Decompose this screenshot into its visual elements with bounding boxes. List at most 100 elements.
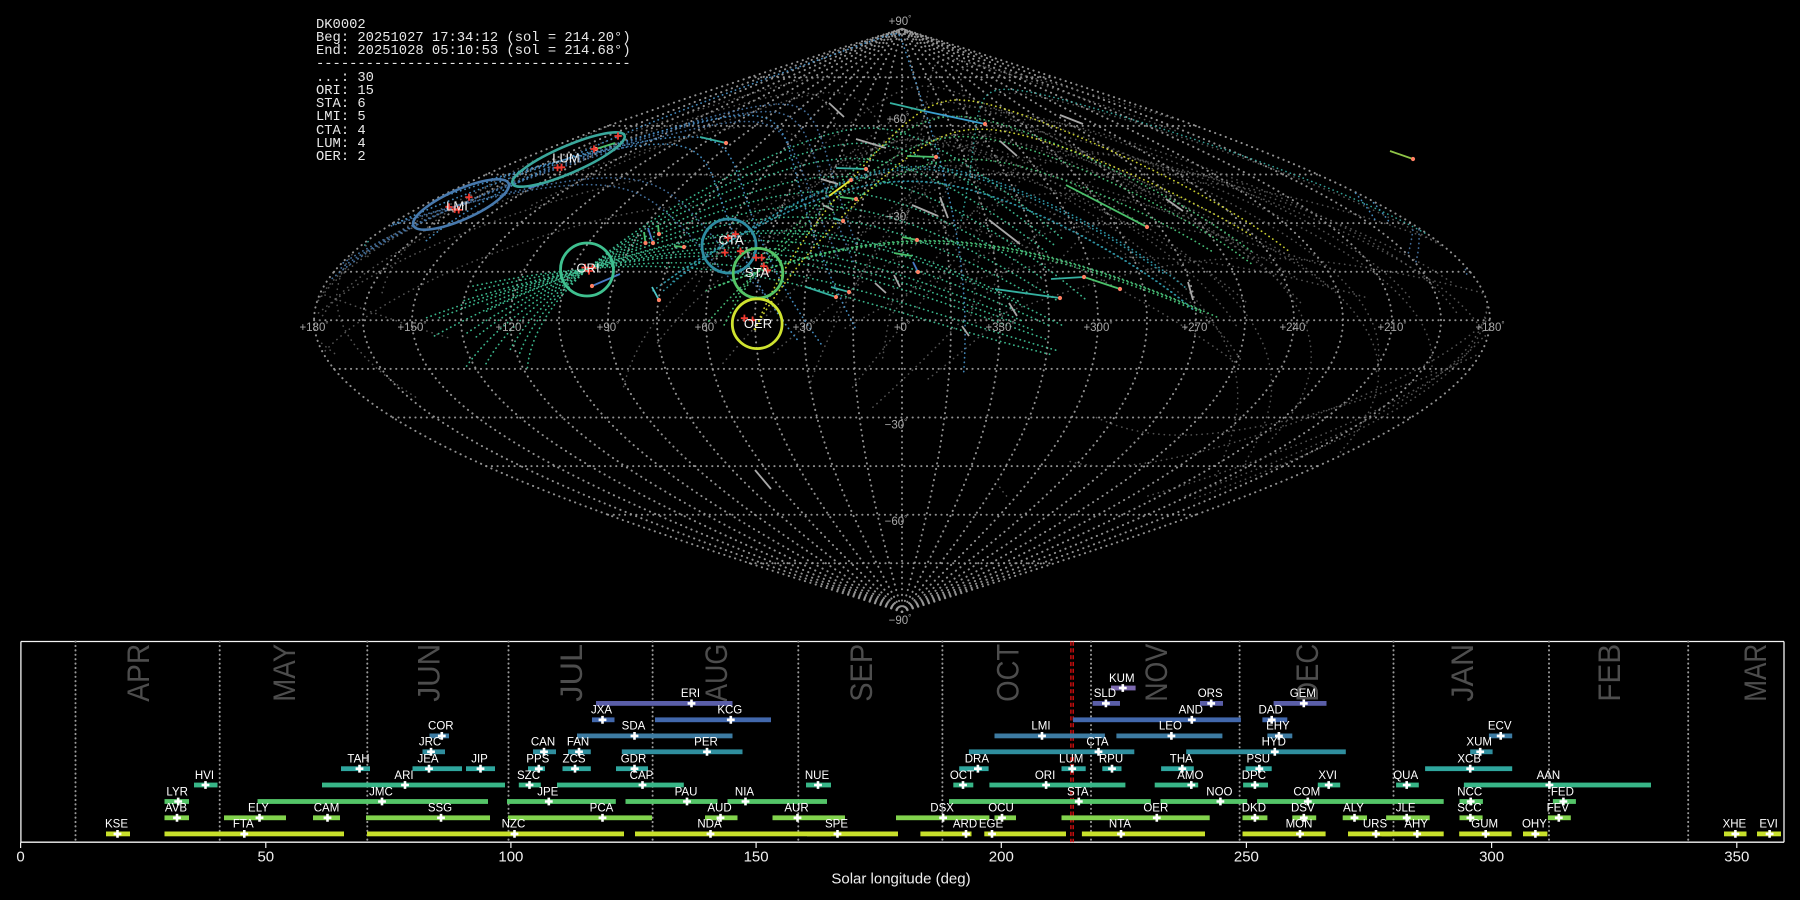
svg-text:JLE: JLE	[1396, 803, 1416, 815]
svg-text:AUD: AUD	[707, 803, 731, 815]
svg-text:OCT: OCT	[950, 770, 974, 782]
svg-text:ORI: ORI	[1035, 770, 1055, 782]
svg-text:NIA: NIA	[735, 786, 755, 798]
svg-text:FAN: FAN	[567, 737, 589, 749]
svg-text:DPC: DPC	[1242, 770, 1266, 782]
svg-text:GEM: GEM	[1290, 688, 1316, 700]
svg-text:−90°: −90°	[889, 613, 912, 627]
svg-text:XVI: XVI	[1318, 770, 1337, 782]
svg-text:AND: AND	[1179, 705, 1203, 717]
svg-text:NUE: NUE	[805, 770, 830, 782]
svg-text:SEP: SEP	[843, 644, 879, 702]
svg-text:JRC: JRC	[419, 737, 441, 749]
svg-text:KCG: KCG	[717, 705, 742, 717]
svg-text:EHY: EHY	[1266, 721, 1290, 733]
svg-text:JIP: JIP	[471, 754, 488, 766]
svg-text:OCT: OCT	[989, 644, 1025, 702]
svg-text:300: 300	[1479, 849, 1504, 866]
svg-text:COM: COM	[1293, 786, 1320, 798]
svg-text:150: 150	[744, 849, 769, 866]
svg-text:OER: OER	[1143, 803, 1168, 815]
svg-text:AHY: AHY	[1404, 819, 1428, 831]
svg-text:Solar longitude (deg): Solar longitude (deg)	[831, 871, 970, 888]
svg-text:+180°: +180°	[1475, 320, 1504, 334]
svg-text:AUR: AUR	[784, 803, 808, 815]
svg-text:LUM: LUM	[1059, 754, 1083, 766]
svg-text:+0°: +0°	[894, 320, 910, 334]
svg-text:AMO: AMO	[1177, 770, 1203, 782]
svg-text:ALY: ALY	[1343, 803, 1364, 815]
svg-text:PAU: PAU	[675, 786, 698, 798]
svg-text:GUM: GUM	[1471, 819, 1498, 831]
svg-text:DRA: DRA	[965, 754, 990, 766]
svg-text:KUM: KUM	[1109, 673, 1135, 685]
svg-text:SSG: SSG	[428, 803, 452, 815]
svg-text:CTA: CTA	[1086, 737, 1108, 749]
svg-text:AUG: AUG	[698, 644, 734, 702]
svg-text:PER: PER	[694, 737, 718, 749]
svg-text:+90°: +90°	[889, 14, 912, 28]
svg-text:+30°: +30°	[887, 210, 910, 224]
svg-text:NCC: NCC	[1457, 786, 1482, 798]
svg-text:CAM: CAM	[314, 803, 340, 815]
svg-text:+240°: +240°	[1279, 320, 1308, 334]
svg-text:URS: URS	[1363, 819, 1388, 831]
svg-text:JUL: JUL	[553, 644, 589, 702]
svg-text:KSE: KSE	[105, 819, 128, 831]
svg-text:TAH: TAH	[347, 754, 369, 766]
svg-text:QUA: QUA	[1393, 770, 1418, 782]
svg-text:50: 50	[257, 849, 274, 866]
svg-text:HYD: HYD	[1262, 737, 1286, 749]
svg-text:ZCS: ZCS	[563, 754, 586, 766]
svg-text:OCU: OCU	[988, 803, 1014, 815]
svg-text:+120°: +120°	[495, 320, 524, 334]
svg-text:−60°: −60°	[885, 514, 908, 528]
svg-text:ECV: ECV	[1488, 721, 1512, 733]
svg-text:STA: STA	[1067, 786, 1089, 798]
svg-text:PCA: PCA	[590, 803, 614, 815]
svg-text:LMI: LMI	[446, 199, 468, 214]
svg-text:+180°: +180°	[299, 320, 328, 334]
svg-text:COR: COR	[428, 721, 454, 733]
svg-text:+30°: +30°	[793, 320, 816, 334]
svg-text:LYR: LYR	[166, 786, 188, 798]
svg-text:+60°: +60°	[887, 112, 910, 126]
svg-text:0: 0	[16, 849, 24, 866]
svg-text:DKD: DKD	[1242, 803, 1266, 815]
svg-text:−30°: −30°	[885, 418, 908, 432]
svg-text:SDA: SDA	[622, 721, 646, 733]
svg-text:JUN: JUN	[411, 644, 447, 702]
svg-text:THA: THA	[1170, 754, 1193, 766]
svg-text:JEA: JEA	[417, 754, 438, 766]
svg-text:DAD: DAD	[1259, 705, 1283, 717]
svg-text:XHE: XHE	[1723, 819, 1747, 831]
svg-text:CAN: CAN	[531, 737, 555, 749]
svg-text:AAN: AAN	[1537, 770, 1561, 782]
svg-text:EVI: EVI	[1759, 819, 1778, 831]
svg-text:200: 200	[989, 849, 1014, 866]
svg-text:JMC: JMC	[369, 786, 393, 798]
svg-text:XUM: XUM	[1466, 737, 1492, 749]
svg-text:ARD: ARD	[953, 819, 977, 831]
svg-text:NZC: NZC	[502, 819, 526, 831]
svg-text:OER: OER	[744, 316, 772, 331]
svg-text:250: 250	[1234, 849, 1259, 866]
svg-text:CAP: CAP	[630, 770, 654, 782]
svg-text:AVB: AVB	[165, 803, 187, 815]
svg-text:MAY: MAY	[266, 644, 302, 702]
svg-text:FTA: FTA	[233, 819, 254, 831]
svg-text:NTA: NTA	[1109, 819, 1131, 831]
svg-text:JXA: JXA	[591, 705, 612, 717]
svg-text:ARI: ARI	[394, 770, 413, 782]
svg-text:SLD: SLD	[1094, 688, 1116, 700]
svg-text:LEO: LEO	[1159, 721, 1182, 733]
svg-text:MAR: MAR	[1737, 644, 1773, 702]
svg-text:FED: FED	[1551, 786, 1574, 798]
svg-text:PSU: PSU	[1246, 754, 1270, 766]
svg-text:+150°: +150°	[397, 320, 426, 334]
svg-text:DSX: DSX	[930, 803, 954, 815]
svg-text:APR: APR	[120, 644, 156, 702]
svg-text:SCC: SCC	[1457, 803, 1481, 815]
svg-text:ORS: ORS	[1198, 688, 1223, 700]
svg-text:JPE: JPE	[537, 786, 558, 798]
